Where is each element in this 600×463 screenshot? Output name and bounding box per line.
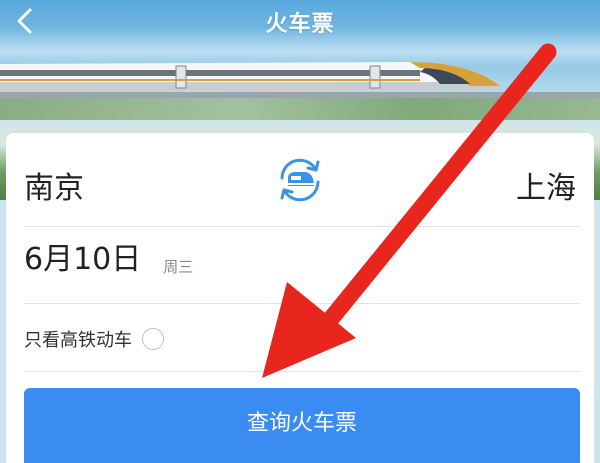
- train-swap-icon: [280, 158, 320, 202]
- divider: [24, 303, 580, 304]
- divider: [24, 371, 580, 372]
- swap-stations-button[interactable]: [272, 152, 328, 208]
- high-speed-filter[interactable]: 只看高铁动车: [24, 326, 164, 352]
- filter-label: 只看高铁动车: [24, 330, 132, 351]
- page-title: 火车票: [265, 12, 335, 37]
- divider: [24, 226, 580, 227]
- date-value: 6月10日: [24, 242, 142, 277]
- search-tickets-button[interactable]: 查询火车票: [24, 388, 580, 463]
- train-image: [0, 62, 500, 92]
- filter-radio[interactable]: [142, 328, 164, 350]
- departure-date[interactable]: 6月10日 周三: [24, 243, 193, 277]
- weekday-label: 周三: [163, 258, 194, 276]
- arrival-station[interactable]: 上海: [516, 163, 576, 207]
- departure-station[interactable]: 南京: [24, 163, 84, 207]
